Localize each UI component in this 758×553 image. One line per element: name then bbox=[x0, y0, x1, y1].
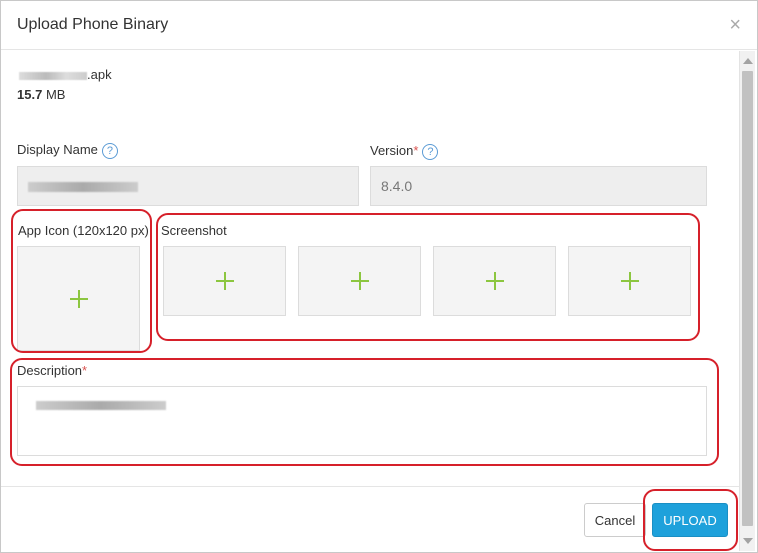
plus-icon bbox=[350, 272, 369, 290]
screenshot-upload-4[interactable] bbox=[568, 246, 691, 316]
file-size-value: 15.7 bbox=[17, 87, 43, 102]
description-label: Description* bbox=[17, 363, 88, 378]
help-icon[interactable]: ? bbox=[101, 142, 118, 159]
screenshot-upload-1[interactable] bbox=[163, 246, 286, 316]
plus-icon bbox=[485, 272, 504, 290]
scroll-down-icon[interactable] bbox=[743, 538, 753, 544]
dialog-body: .apk 15.7 MB Display Name? Version*? 8.4… bbox=[1, 51, 741, 486]
file-size-unit: MB bbox=[45, 87, 66, 102]
upload-button[interactable]: UPLOAD bbox=[652, 503, 728, 537]
help-icon[interactable]: ? bbox=[422, 143, 439, 160]
dialog-footer: Cancel UPLOAD bbox=[1, 486, 739, 552]
plus-icon bbox=[215, 272, 234, 290]
upload-dialog: Upload Phone Binary × .apk 15.7 MB Displ… bbox=[0, 0, 758, 553]
scroll-up-icon[interactable] bbox=[743, 58, 753, 64]
version-input[interactable]: 8.4.0 bbox=[370, 166, 707, 206]
display-name-input[interactable] bbox=[17, 166, 359, 206]
dialog-header: Upload Phone Binary × bbox=[1, 1, 757, 50]
screenshot-label: Screenshot bbox=[161, 223, 227, 238]
dialog-title: Upload Phone Binary bbox=[17, 16, 169, 33]
plus-icon bbox=[620, 272, 639, 290]
app-icon-upload[interactable] bbox=[17, 246, 140, 351]
file-extension: .apk bbox=[87, 67, 112, 82]
scroll-thumb[interactable] bbox=[742, 71, 753, 526]
version-label: Version*? bbox=[370, 143, 439, 160]
app-icon-label: App Icon (120x120 px) bbox=[18, 223, 149, 238]
cancel-button[interactable]: Cancel bbox=[584, 503, 646, 537]
description-redacted bbox=[36, 401, 166, 410]
close-icon[interactable]: × bbox=[729, 15, 741, 35]
display-name-label: Display Name? bbox=[17, 142, 118, 159]
screenshot-upload-3[interactable] bbox=[433, 246, 556, 316]
file-size: 15.7 MB bbox=[17, 87, 65, 102]
file-name-redacted bbox=[19, 71, 87, 80]
plus-icon bbox=[69, 289, 88, 308]
vertical-scrollbar[interactable] bbox=[739, 51, 755, 551]
screenshot-upload-2[interactable] bbox=[298, 246, 421, 316]
required-marker: * bbox=[82, 363, 88, 378]
required-marker: * bbox=[413, 143, 419, 158]
description-textarea[interactable] bbox=[17, 386, 707, 456]
file-name: .apk bbox=[19, 67, 112, 82]
display-name-redacted bbox=[28, 182, 138, 193]
